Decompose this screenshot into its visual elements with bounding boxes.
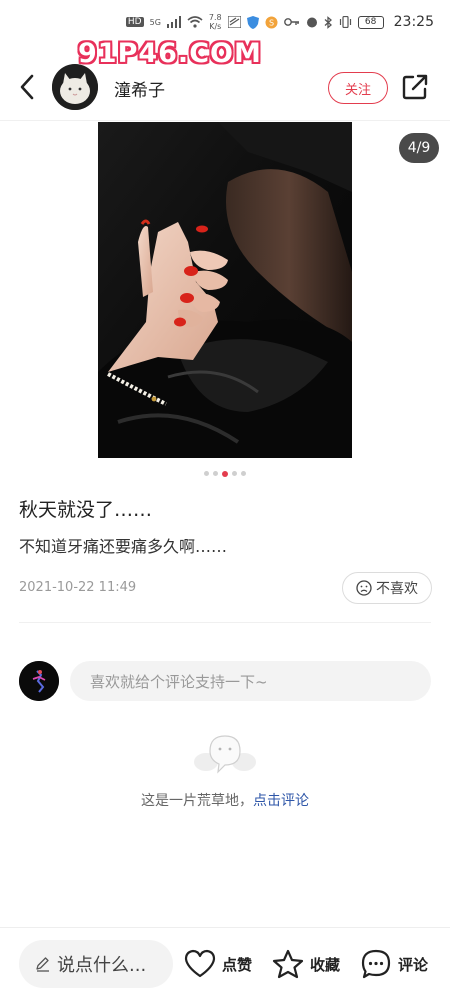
alarm-icon (306, 17, 317, 28)
share-icon (402, 74, 428, 100)
chat-bubble-face-icon (194, 735, 256, 774)
heart-icon (184, 949, 216, 978)
post-title: 秋天就没了…… (19, 499, 153, 521)
vibrate-icon (339, 16, 351, 28)
dislike-button[interactable]: 不喜欢 (342, 572, 432, 604)
my-avatar (19, 661, 59, 701)
dislike-label: 不喜欢 (376, 581, 418, 597)
say-something-label: 说点什么... (57, 955, 147, 976)
share-button[interactable] (400, 72, 430, 102)
app-notification-icon: S (265, 16, 278, 28)
image-counter: 4/9 (399, 133, 439, 163)
battery-indicator: 68 (357, 15, 384, 29)
svg-text:S: S (269, 18, 274, 27)
post-body: 不知道牙痛还要痛多久啊…… (19, 537, 228, 556)
carousel-dot-active[interactable] (222, 470, 228, 477)
status-icons: HD 5G 7.8 K/s S 68 (125, 13, 384, 31)
network-type: 5G (149, 17, 161, 27)
carousel-dots (0, 470, 450, 477)
author-avatar[interactable] (52, 64, 98, 110)
header-divider (0, 120, 450, 121)
collect-button[interactable]: 收藏 (272, 946, 340, 982)
carousel-dot[interactable] (232, 471, 237, 476)
like-button[interactable]: 点赞 (184, 946, 252, 982)
content-divider (19, 622, 431, 623)
cat-avatar-image (52, 64, 98, 110)
carousel-dot[interactable] (213, 471, 218, 476)
comment-button[interactable]: 评论 (360, 946, 428, 982)
comment-label: 评论 (398, 955, 429, 974)
speed-value: 7.8 (208, 13, 222, 22)
speed-unit: K/s (209, 22, 222, 31)
key-icon (283, 18, 299, 26)
pencil-icon (36, 957, 49, 972)
header: 潼希子 关注 (0, 60, 450, 116)
star-icon (272, 949, 304, 979)
back-button[interactable] (14, 72, 40, 102)
carousel-dot[interactable] (241, 471, 246, 476)
user-avatar-image (19, 661, 59, 701)
click-to-comment-link[interactable]: 点击评论 (253, 793, 309, 809)
empty-comments-illustration (192, 732, 258, 778)
sad-face-icon (356, 580, 372, 596)
hand-photo (98, 122, 352, 458)
status-time: 23:25 (393, 14, 434, 30)
bluetooth-icon (324, 15, 332, 29)
wifi-icon (187, 16, 203, 28)
comment-bubble-icon (361, 949, 391, 979)
collect-label: 收藏 (310, 955, 341, 974)
author-name[interactable]: 潼希子 (114, 76, 165, 101)
bottom-divider (0, 927, 450, 928)
back-arrow-icon (20, 74, 34, 100)
barcode-icon (227, 16, 241, 28)
signal-icon (166, 16, 181, 28)
post-date: 2021-10-22 11:49 (19, 580, 137, 595)
comment-input[interactable]: 喜欢就给个评论支持一下~ (70, 661, 431, 701)
shield-icon (246, 15, 259, 29)
speed-indicator: 7.8 K/s (209, 13, 222, 31)
hd-indicator: HD (125, 17, 144, 27)
say-something-input[interactable]: 说点什么... (19, 940, 173, 988)
post-image[interactable] (98, 122, 352, 458)
carousel-dot[interactable] (204, 471, 209, 476)
follow-button[interactable]: 关注 (328, 72, 388, 104)
empty-comments-message: 这是一片荒草地， (141, 793, 253, 809)
empty-comments-text: 这是一片荒草地，点击评论 (0, 790, 450, 810)
like-label: 点赞 (222, 955, 253, 974)
